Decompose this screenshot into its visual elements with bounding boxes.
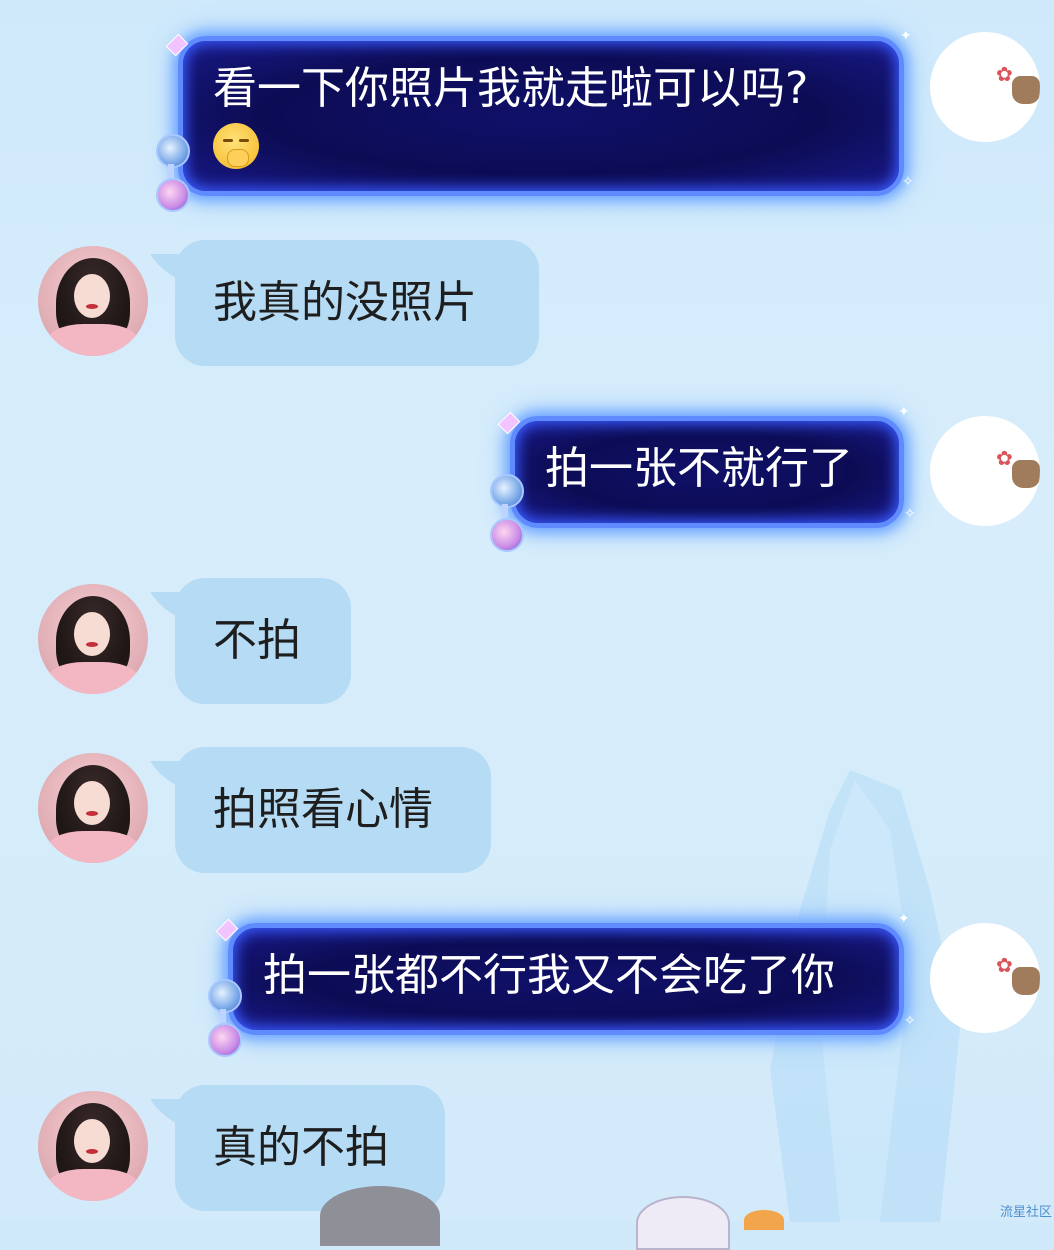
incoming-message-bubble[interactable]: 拍照看心情 <box>175 747 491 873</box>
hourglass-decoration-icon <box>200 979 246 1059</box>
incoming-message-bubble[interactable]: 不拍 <box>175 578 351 704</box>
sparkle-icon: ✦ <box>900 28 912 44</box>
sparkle-icon: ✧ <box>904 506 916 522</box>
incoming-message-bubble[interactable]: 我真的没照片 <box>175 240 539 366</box>
outgoing-message-bubble[interactable]: 看一下你照片我就走啦可以吗? <box>178 36 904 196</box>
message-text: 拍一张不就行了 <box>545 443 853 494</box>
shushing-face-emoji <box>213 123 259 169</box>
cat-icon <box>1012 76 1040 104</box>
sparkle-icon: ✧ <box>902 174 914 190</box>
my-avatar[interactable]: ✿ <box>930 923 1040 1033</box>
outgoing-message-bubble[interactable]: 拍一张不就行了 <box>510 416 904 528</box>
hourglass-decoration-icon <box>148 134 194 214</box>
message-text: 拍一张都不行我又不会吃了你 <box>263 950 835 1001</box>
contact-avatar[interactable] <box>38 246 148 356</box>
outgoing-message-bubble[interactable]: 拍一张都不行我又不会吃了你 <box>228 923 904 1035</box>
flower-icon: ✿ <box>996 62 1013 86</box>
cat-icon <box>1012 460 1040 488</box>
flower-icon: ✿ <box>996 953 1013 977</box>
watermark: 流星社区 <box>999 1205 1052 1220</box>
sparkle-icon: ✦ <box>898 911 910 927</box>
message-text: 拍照看心情 <box>213 784 433 835</box>
hourglass-decoration-icon <box>482 474 528 554</box>
message-text: 真的不拍 <box>213 1122 389 1173</box>
cat-icon <box>1012 967 1040 995</box>
contact-avatar[interactable] <box>38 753 148 863</box>
sticker-decoration <box>320 1186 440 1246</box>
contact-avatar[interactable] <box>38 584 148 694</box>
message-text: 我真的没照片 <box>213 277 477 328</box>
contact-avatar[interactable] <box>38 1091 148 1201</box>
message-text: 不拍 <box>213 615 301 666</box>
sticker-decoration <box>636 1196 730 1250</box>
my-avatar[interactable]: ✿ <box>930 32 1040 142</box>
sparkle-icon: ✧ <box>904 1013 916 1029</box>
my-avatar[interactable]: ✿ <box>930 416 1040 526</box>
sparkle-icon: ✦ <box>898 404 910 420</box>
message-text: 看一下你照片我就走啦可以吗? <box>213 63 809 114</box>
flower-icon: ✿ <box>996 446 1013 470</box>
sticker-decoration <box>744 1210 784 1230</box>
